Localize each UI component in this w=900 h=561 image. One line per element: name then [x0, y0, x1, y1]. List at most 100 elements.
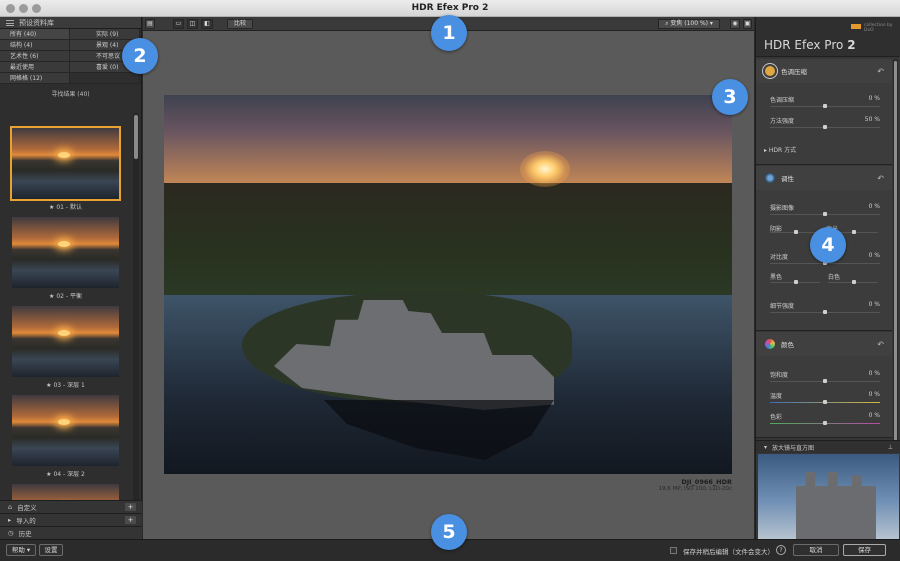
color-section: 颜色 ↶ 饱和度 0 % 温度 0 % 色彩 0 %	[756, 332, 892, 438]
reset-icon[interactable]: ↶	[877, 67, 884, 76]
adjustments-panel: collection by DxO HDR Efex Pro 2 色调压缩 ↶ …	[755, 17, 900, 539]
color-wheel-icon	[765, 339, 775, 349]
folder-icon: ⌂	[8, 503, 13, 511]
import-preset-button[interactable]: +	[125, 516, 136, 524]
chevron-down-icon: ▾	[24, 546, 31, 554]
brand-logo-icon	[851, 24, 861, 29]
tonality-header[interactable]: 调性 ↶	[756, 166, 892, 190]
saturation-slider[interactable]	[770, 379, 880, 383]
temperature-slider[interactable]	[770, 400, 880, 404]
method-strength-row: 方法强度 50 %	[770, 116, 880, 125]
search-results-label: 寻找结果 (40)	[51, 91, 90, 98]
section-imported-label: 导入的	[16, 517, 36, 525]
image-filename: DJI_0966_HDR	[681, 478, 732, 486]
preset-scrollbar[interactable]	[133, 113, 139, 509]
color-header[interactable]: 颜色 ↶	[756, 332, 892, 356]
category-grid[interactable]: 网格格 (12)	[0, 73, 70, 84]
category-all[interactable]: 所有 (40)	[0, 29, 70, 40]
clock-icon: ◷	[8, 529, 14, 537]
add-custom-preset-button[interactable]: +	[125, 503, 136, 511]
section-history[interactable]: ◷ 历史	[0, 526, 142, 539]
chevron-down-icon: ▾	[708, 20, 713, 27]
background-color-icon[interactable]: ◉	[730, 19, 740, 29]
tonality-icon	[765, 173, 775, 183]
preset-thumbnail[interactable]	[10, 126, 121, 201]
preset-label: ★ 03 - 深层 1	[46, 382, 85, 389]
tone-compression-section: 色调压缩 ↶ 色调压缩 0 % 方法强度 50 % ▸ HDR 方式	[756, 59, 892, 165]
loupe-histogram-header[interactable]: ▾ 放大镜与直方图 ⊥	[756, 440, 900, 453]
save-for-later-label: 保存并稍后编辑（文件会变大）	[683, 548, 774, 556]
whites-slider[interactable]	[828, 280, 878, 284]
chevron-right-icon: ▸	[8, 516, 12, 524]
section-custom-label: 自定义	[17, 504, 37, 512]
settings-button[interactable]: 设置	[39, 544, 63, 556]
preset-library-title: 预设资料库	[19, 18, 54, 27]
brand-subtitle: collection by DxO	[864, 23, 893, 33]
cancel-button[interactable]: 取消	[793, 544, 839, 556]
preview-image[interactable]	[164, 95, 732, 474]
detail-row: 细节强度 0 %	[770, 301, 880, 310]
save-button[interactable]: 保存	[843, 544, 886, 556]
saturation-row: 饱和度 0 %	[770, 370, 880, 379]
exposure-slider[interactable]	[770, 212, 880, 216]
shadows-slider[interactable]	[770, 230, 820, 234]
lightbulb-icon[interactable]: ▣	[743, 19, 752, 29]
preset-thumbnail[interactable]	[12, 395, 119, 466]
exposure-row: 摄影图像 0 %	[770, 203, 880, 212]
single-view-icon[interactable]: ▭	[173, 19, 184, 29]
loupe-preview[interactable]	[758, 454, 899, 539]
reset-icon[interactable]: ↶	[877, 340, 884, 349]
category-structure[interactable]: 结构 (4)	[0, 40, 70, 51]
detail-slider[interactable]	[770, 310, 880, 314]
preset-library-panel: 预设资料库 所有 (40) 实际 (9) 结构 (4) 景观 (4) 艺术性 (…	[0, 17, 142, 539]
save-for-later-checkbox[interactable]	[670, 547, 677, 554]
preset-label: ★ 01 - 默认	[49, 204, 82, 211]
preset-thumbnail[interactable]	[12, 306, 119, 377]
pin-icon[interactable]: ⊥	[888, 444, 893, 451]
hdr-method-toggle[interactable]: ▸ HDR 方式	[764, 145, 874, 154]
callout-marker-5: 5	[431, 514, 467, 550]
callout-marker-3: 3	[712, 79, 748, 115]
category-artistic[interactable]: 艺术性 (6)	[0, 51, 70, 62]
product-title: HDR Efex Pro 2	[764, 38, 856, 52]
loupe-histogram-title: 放大镜与直方图	[772, 444, 815, 452]
contrast-slider[interactable]	[770, 261, 880, 265]
image-metadata: 19,6 MP, ISO 100, L1D-20c	[658, 486, 732, 492]
help-dropdown[interactable]: 帮助 ▾	[6, 544, 36, 556]
adjustments-scrollbar[interactable]	[893, 59, 898, 449]
zoom-dropdown[interactable]: ⌕ 变焦 (100 %) ▾	[658, 19, 720, 29]
reset-icon[interactable]: ↶	[877, 174, 884, 183]
callout-marker-4: 4	[810, 227, 846, 263]
blacks-slider[interactable]	[770, 280, 820, 284]
tone-compression-slider[interactable]	[770, 104, 880, 108]
preset-label: ★ 02 - 平衡	[49, 293, 82, 300]
tone-compression-row: 色调压缩 0 %	[770, 95, 880, 104]
section-imported[interactable]: ▸ 导入的 +	[0, 513, 142, 526]
tonality-title: 调性	[781, 175, 794, 183]
help-icon[interactable]: ?	[776, 545, 786, 555]
compare-button[interactable]: 比较	[227, 19, 253, 29]
sidebar-toggle-icon[interactable]: ▤	[145, 19, 155, 29]
split-view-icon[interactable]: ◫	[187, 19, 198, 29]
method-strength-slider[interactable]	[770, 125, 880, 129]
callout-marker-2: 2	[122, 38, 158, 74]
tone-compression-title: 色调压缩	[781, 68, 807, 76]
chevron-down-icon: ▾	[764, 443, 768, 451]
preset-categories: 所有 (40) 实际 (9) 结构 (4) 景观 (4) 艺术性 (6) 不可思…	[0, 29, 141, 84]
tone-compression-header[interactable]: 色调压缩 ↶	[756, 59, 892, 83]
preset-thumbnail[interactable]	[12, 217, 119, 288]
tint-row: 色彩 0 %	[770, 412, 880, 421]
category-recent[interactable]: 最近使用	[0, 62, 70, 73]
section-custom[interactable]: ⌂ 自定义 +	[0, 500, 142, 513]
tint-slider[interactable]	[770, 421, 880, 425]
product-header: collection by DxO HDR Efex Pro 2	[756, 17, 900, 57]
callout-marker-1: 1	[431, 15, 467, 51]
preset-library-header: 预设资料库	[0, 17, 141, 29]
category-realistic[interactable]: 实际 (9)	[70, 29, 140, 40]
color-title: 颜色	[781, 341, 794, 349]
temperature-row: 温度 0 %	[770, 391, 880, 400]
zoom-label: 变焦 (100 %)	[670, 20, 708, 27]
menu-icon[interactable]	[6, 19, 14, 26]
window-title: HDR Efex Pro 2	[411, 3, 489, 13]
side-by-side-view-icon[interactable]: ◧	[201, 19, 213, 29]
